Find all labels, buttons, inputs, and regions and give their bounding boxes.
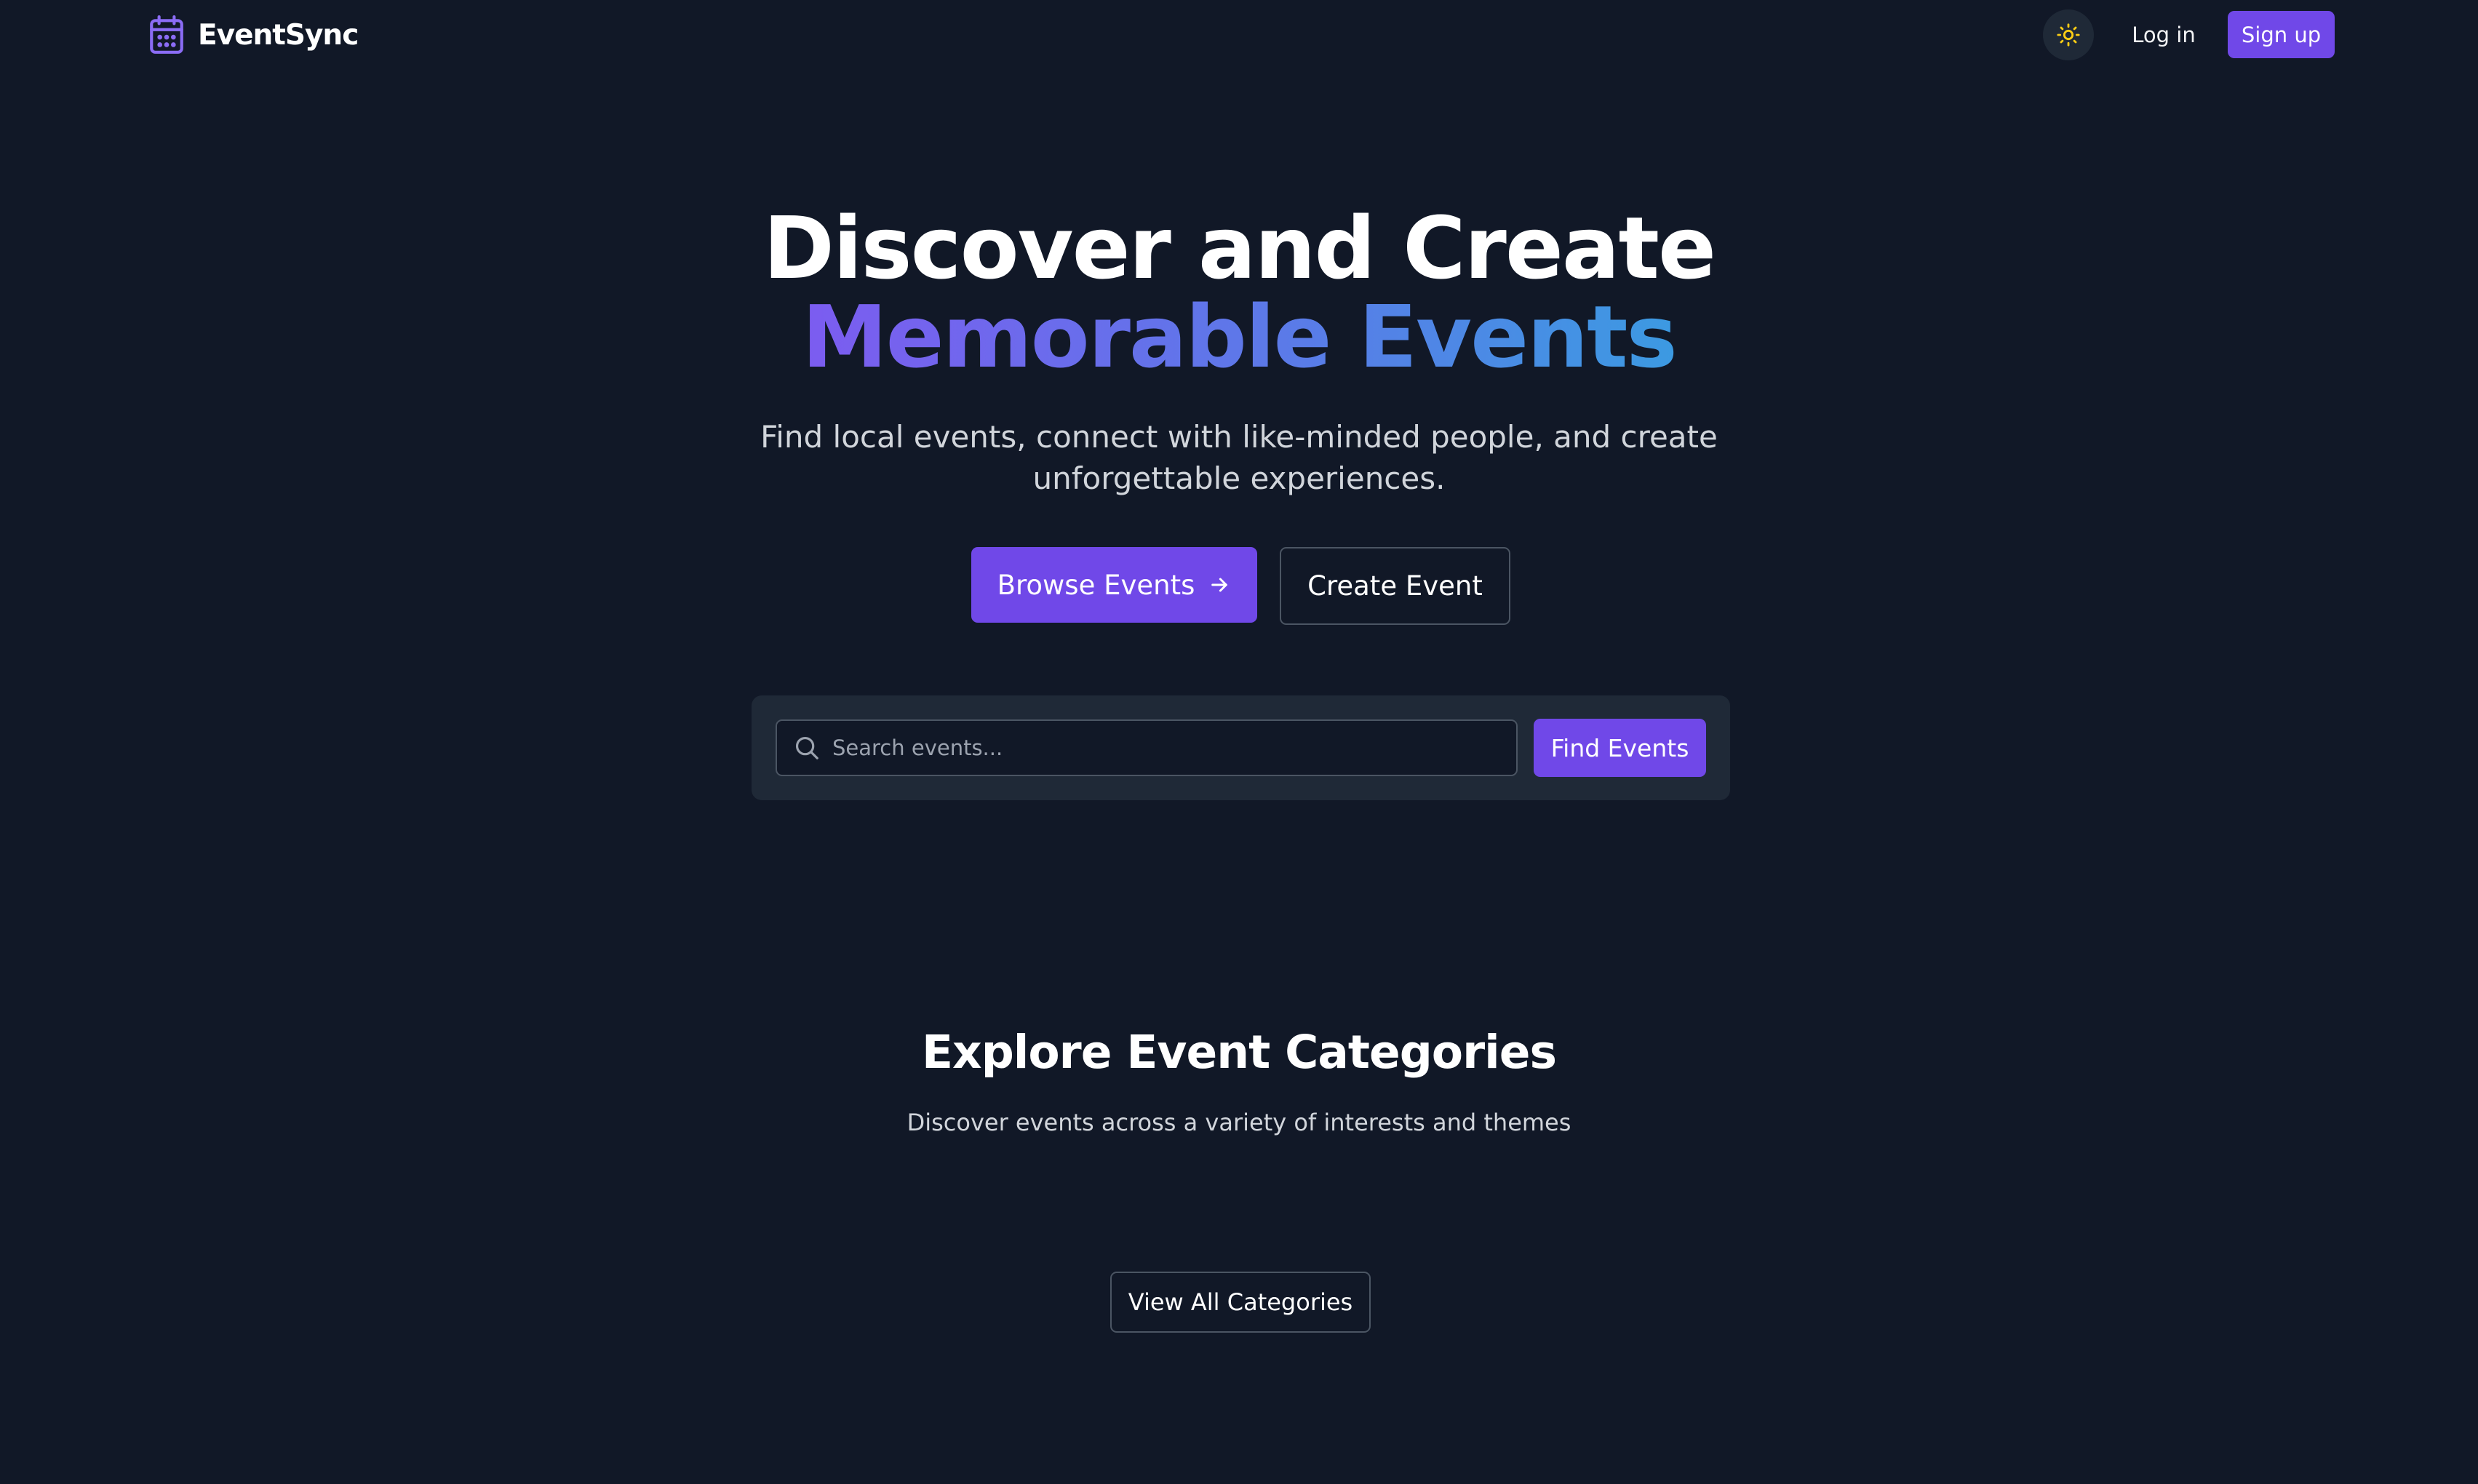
find-events-button[interactable]: Find Events <box>1534 719 1706 777</box>
view-all-categories-button[interactable]: View All Categories <box>1110 1272 1371 1333</box>
hero-actions: Browse Events Create Event <box>0 547 2478 625</box>
search-icon <box>795 736 818 759</box>
theme-toggle-button[interactable] <box>2043 9 2094 60</box>
signup-button[interactable]: Sign up <box>2228 11 2335 58</box>
calendar-icon <box>150 15 183 54</box>
search-panel: Find Events <box>752 695 1730 800</box>
search-field[interactable] <box>776 719 1518 776</box>
hero-title-line1: Discover and Create <box>763 198 1716 298</box>
hero-title-gradient: Memorable Events <box>802 287 1678 387</box>
browse-events-label: Browse Events <box>997 569 1195 601</box>
categories-title: Explore Event Categories <box>922 1026 1557 1079</box>
create-event-button[interactable]: Create Event <box>1280 547 1510 625</box>
arrow-right-icon <box>1211 578 1228 592</box>
top-navbar: EventSync Log in Sign up <box>0 0 2478 70</box>
categories-subtitle: Discover events across a variety of inte… <box>907 1109 1571 1136</box>
brand-logo[interactable]: EventSync <box>148 15 359 55</box>
search-input[interactable] <box>832 721 1505 775</box>
hero-title-line2: Memorable Events <box>0 290 2478 384</box>
browse-events-button[interactable]: Browse Events <box>971 547 1257 623</box>
page: EventSync Log in Sign up Discover and Cr… <box>0 0 2478 1484</box>
sun-icon <box>2057 23 2080 47</box>
login-link[interactable]: Log in <box>2126 15 2202 55</box>
hero-subtitle: Find local events, connect with like-min… <box>760 419 1718 496</box>
brand-name: EventSync <box>198 18 359 52</box>
